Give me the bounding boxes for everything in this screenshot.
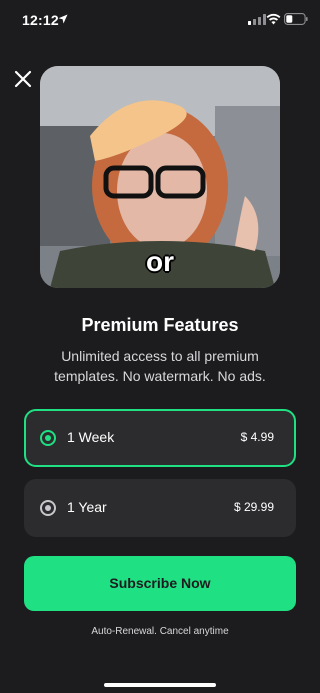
preview-caption: or: [146, 246, 174, 277]
plan-option-year[interactable]: 1 Year $ 29.99: [24, 479, 296, 537]
plan-option-week[interactable]: 1 Week $ 4.99: [24, 409, 296, 467]
close-icon[interactable]: [12, 68, 34, 90]
radio-unselected-icon: [40, 500, 56, 516]
plan-label: 1 Week: [67, 429, 115, 445]
wifi-icon: [266, 13, 281, 25]
subscribe-button[interactable]: Subscribe Now: [24, 556, 296, 611]
paywall-title: Premium Features: [81, 315, 239, 335]
status-time: 12:12: [22, 12, 59, 28]
plan-label: 1 Year: [67, 499, 107, 515]
renewal-note: Auto-Renewal. Cancel anytime: [91, 626, 229, 637]
home-indicator[interactable]: [104, 683, 216, 687]
paywall-subtitle: Unlimited access to all premium template…: [54, 348, 266, 384]
location-arrow-icon: [58, 14, 68, 24]
cellular-signal-icon: [248, 14, 266, 25]
template-preview: or: [40, 66, 280, 288]
battery-icon: [284, 13, 308, 25]
radio-selected-icon: [40, 430, 56, 446]
plan-price: $ 4.99: [240, 430, 274, 444]
status-bar: 12:12: [0, 0, 320, 40]
plan-price: $ 29.99: [233, 500, 274, 514]
